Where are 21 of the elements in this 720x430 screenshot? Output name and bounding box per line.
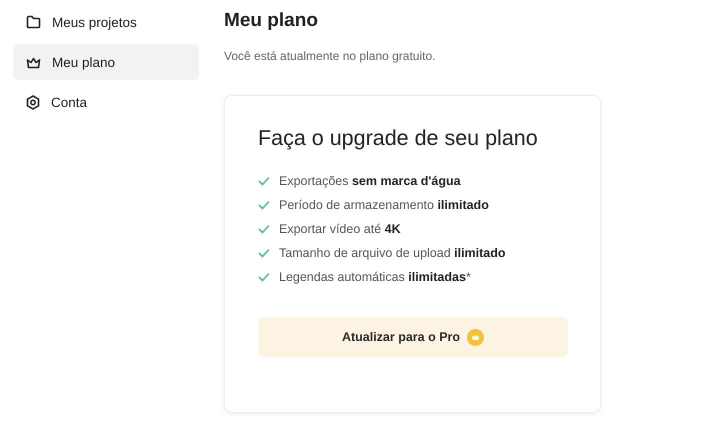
crown-icon <box>467 328 484 346</box>
feature-text: Tamanho de arquivo de upload ilimitado <box>279 246 506 260</box>
page-title: Meu plano <box>224 10 319 33</box>
sidebar-item[interactable]: Meu plano <box>13 44 199 80</box>
feature-text: Exportar vídeo até 4K <box>279 222 401 236</box>
sidebar-item[interactable]: Meus projetos <box>13 4 199 40</box>
check-icon <box>258 224 270 234</box>
settings-icon <box>26 94 40 110</box>
card-heading: Faça o upgrade de seu plano <box>258 126 539 151</box>
check-icon <box>258 248 270 258</box>
feature-text: Exportações sem marca d'água <box>279 174 461 188</box>
check-icon <box>258 200 270 210</box>
check-icon <box>258 176 270 186</box>
check-icon <box>258 272 270 282</box>
upgrade-button[interactable]: Atualizar para o Pro <box>258 317 568 357</box>
feature-text: Período de armazenamento ilimitado <box>279 198 489 212</box>
crown-icon <box>26 56 41 68</box>
plan-status-text: Você está atualmente no plano gratuito. <box>224 49 436 63</box>
sidebar-item[interactable]: Conta <box>13 84 199 120</box>
feature-text: Legendas automáticas ilimitadas* <box>279 270 471 284</box>
folder-icon <box>26 15 41 29</box>
